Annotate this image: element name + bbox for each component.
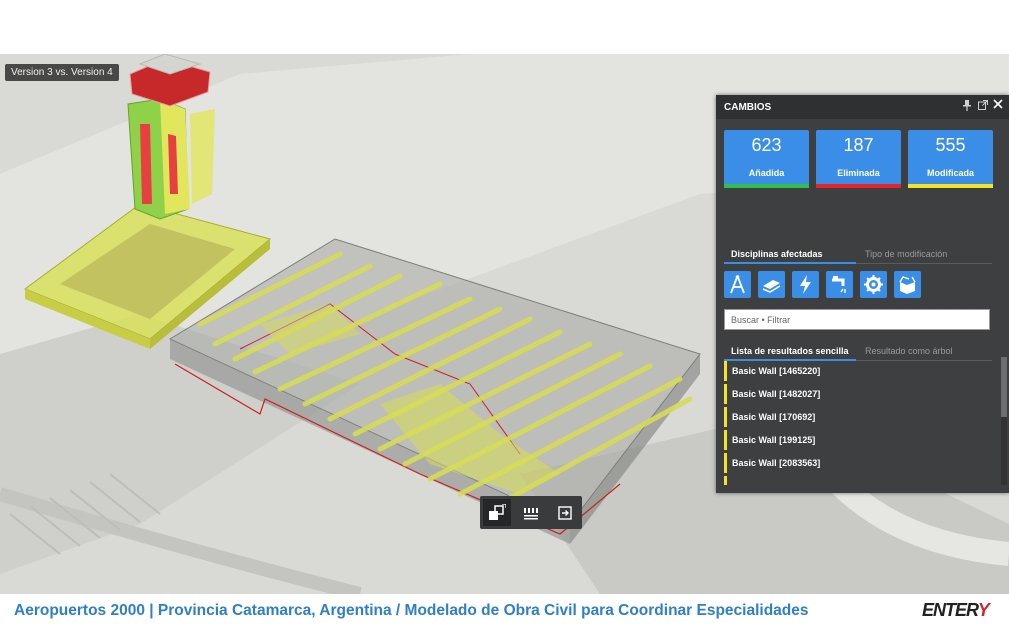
footer: Aeropuertos 2000 | Provincia Catamarca, … — [0, 594, 1009, 629]
list-item[interactable]: Basic Wall [199125] — [724, 430, 992, 450]
architecture-icon — [730, 275, 745, 294]
deleted-color-bar — [816, 184, 901, 188]
list-item[interactable]: Basic Wall [2083563] — [724, 453, 992, 473]
architecture-discipline-button[interactable] — [724, 271, 751, 298]
panel-header: CAMBIOS — [716, 95, 1009, 119]
list-item-partial — [724, 476, 992, 485]
structure-icon — [762, 280, 781, 293]
exit-button[interactable] — [551, 499, 579, 526]
structure-discipline-button[interactable] — [758, 271, 785, 298]
tab-lista-resultados[interactable]: Lista de resultados sencilla — [731, 346, 849, 356]
version-comparison-label: Version 3 vs. Version 4 — [5, 64, 119, 81]
viewer-toolbar — [480, 496, 582, 529]
modified-count-card[interactable]: 555 Modificada — [908, 130, 993, 188]
list-view-button[interactable] — [517, 499, 545, 526]
list-item[interactable]: Basic Wall [1482027] — [724, 384, 992, 404]
results-tabs: Lista de resultados sencilla Resultado c… — [724, 344, 992, 361]
electrical-discipline-button[interactable] — [792, 271, 819, 298]
exit-icon — [558, 506, 572, 520]
electrical-icon — [800, 275, 811, 294]
popout-icon[interactable] — [978, 99, 989, 113]
scrollbar-thumb[interactable] — [1001, 357, 1007, 417]
results-scrollbar[interactable] — [1001, 357, 1007, 485]
list-icon — [524, 508, 538, 520]
tab-disciplinas-afectadas[interactable]: Disciplinas afectadas — [731, 249, 823, 259]
plumbing-icon — [832, 276, 846, 293]
results-list: Basic Wall [1465220] Basic Wall [1482027… — [724, 361, 992, 485]
modified-count: 555 — [935, 135, 966, 155]
mechanical-discipline-button[interactable] — [860, 271, 887, 298]
mechanical-icon — [864, 275, 883, 294]
footer-caption: Aeropuertos 2000 | Provincia Catamarca, … — [14, 602, 809, 619]
logo-text: ENTER — [922, 600, 979, 620]
enter-logo: ENTERY — [922, 600, 990, 621]
list-item[interactable]: Basic Wall [1465220] — [724, 361, 992, 381]
added-label: Añadida — [748, 168, 785, 178]
active-tab-underline — [724, 262, 856, 264]
discipline-tabs: Disciplinas afectadas Tipo de modificaci… — [724, 247, 992, 264]
modified-color-bar — [908, 184, 993, 188]
modified-label: Modificada — [926, 168, 974, 178]
deleted-count-card[interactable]: 187 Eliminada — [816, 130, 901, 188]
list-item[interactable]: Basic Wall [170692] — [724, 407, 992, 427]
plumbing-discipline-button[interactable] — [826, 271, 853, 298]
compare-button[interactable] — [483, 499, 511, 526]
pin-icon[interactable] — [963, 100, 971, 114]
added-count: 623 — [751, 135, 782, 155]
close-icon[interactable] — [993, 99, 1003, 112]
deleted-count: 187 — [843, 135, 874, 155]
changes-panel: CAMBIOS 623 Añadida 187 Eliminada 555 Mo… — [716, 95, 1009, 493]
top-blank-band — [0, 0, 1009, 54]
tab-tipo-de-modificacion[interactable]: Tipo de modificación — [865, 249, 947, 259]
added-color-bar — [724, 184, 809, 188]
search-filter-input[interactable]: Buscar • Filtrar — [724, 309, 990, 330]
panel-title: CAMBIOS — [724, 102, 772, 113]
deleted-label: Eliminada — [837, 168, 880, 178]
logo-mark: Y — [977, 600, 990, 620]
generic-discipline-button[interactable] — [894, 271, 921, 298]
added-count-card[interactable]: 623 Añadida — [724, 130, 809, 188]
generic-icon — [899, 276, 916, 294]
compare-icon — [489, 504, 506, 520]
tab-resultado-arbol[interactable]: Resultado como árbol — [865, 346, 953, 356]
